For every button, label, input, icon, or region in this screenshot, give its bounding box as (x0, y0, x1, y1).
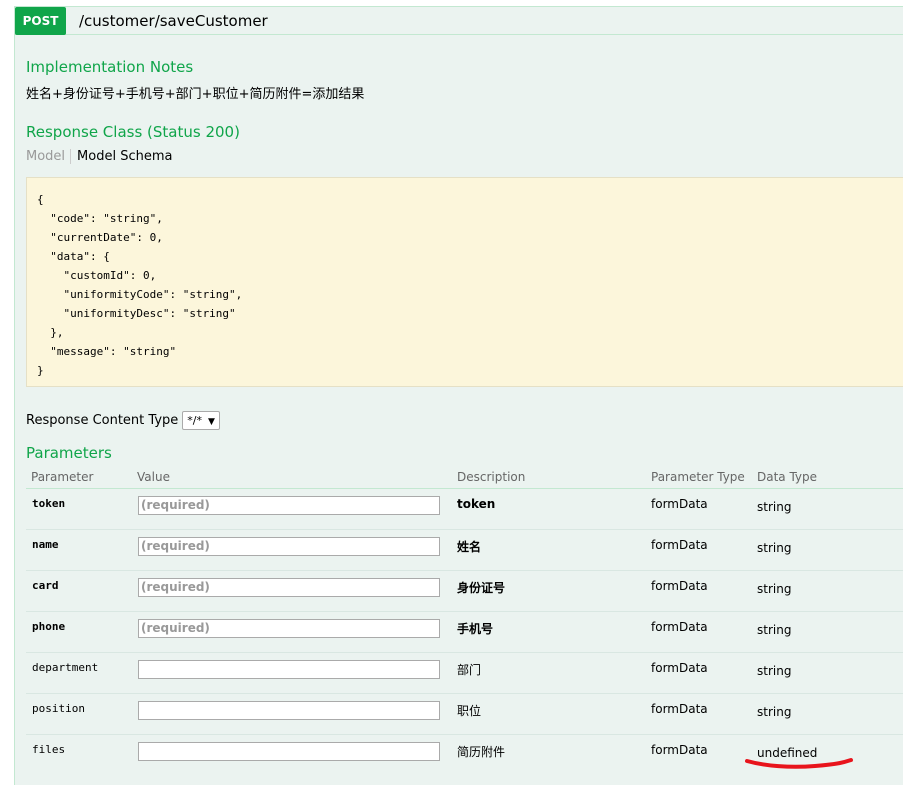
implementation-notes-text: 姓名+身份证号+手机号+部门+职位+简历附件=添加结果 (26, 87, 365, 102)
param-row-card: card (required) 身份证号 formData string (26, 571, 903, 612)
param-description: 手机号 (457, 622, 494, 636)
param-description: 部门 (457, 663, 482, 677)
parameters-title: Parameters (26, 444, 112, 462)
response-class-title: Response Class (Status 200) (26, 123, 240, 141)
param-description: 职位 (457, 704, 482, 718)
header-description: Description (457, 470, 526, 484)
header-parameter: Parameter (31, 470, 94, 484)
param-value-input[interactable] (138, 742, 440, 761)
chevron-down-icon: ▼ (207, 417, 215, 427)
response-content-type-label: Response Content Type (26, 413, 179, 428)
param-name: position (32, 702, 85, 715)
param-type: formData (651, 579, 708, 593)
param-data-type: string (757, 541, 792, 555)
model-schema-box[interactable]: { "code": "string", "currentDate": 0, "d… (26, 177, 903, 387)
parameters-table: Parameter Value Description Parameter Ty… (26, 465, 903, 776)
endpoint-panel: POST /customer/saveCustomer Implementati… (14, 6, 903, 785)
param-value-input[interactable]: (required) (138, 537, 440, 556)
param-value-input[interactable] (138, 701, 440, 720)
tab-model-schema[interactable]: Model Schema (71, 149, 172, 164)
param-row-phone: phone (required) 手机号 formData string (26, 612, 903, 653)
param-name: phone (32, 620, 66, 633)
param-value-input[interactable]: (required) (138, 496, 440, 515)
response-content-type-row: Response Content Type */* ▼ (26, 411, 220, 430)
param-value-input[interactable]: (required) (138, 578, 440, 597)
param-data-type: string (757, 664, 792, 678)
method-badge[interactable]: POST (15, 7, 66, 35)
param-value-input[interactable]: (required) (138, 619, 440, 638)
parameters-body: token (required) token formData string name (r… (26, 489, 903, 776)
param-description: 简历附件 (457, 745, 506, 759)
param-row-token: token (required) token formData string (26, 489, 903, 530)
param-description: 姓名 (457, 540, 482, 554)
param-type: formData (651, 497, 708, 511)
parameters-header-row: Parameter Value Description Parameter Ty… (26, 465, 903, 489)
response-content-type-select[interactable]: */* ▼ (182, 411, 220, 430)
param-type: formData (651, 743, 708, 757)
param-name: card (32, 579, 59, 592)
param-description: 身份证号 (457, 581, 506, 595)
param-name: name (32, 538, 59, 551)
implementation-notes-title: Implementation Notes (26, 58, 194, 76)
header-parameter-type: Parameter Type (651, 470, 745, 484)
param-value-input[interactable] (138, 660, 440, 679)
red-underline-annotation (745, 758, 853, 769)
param-row-position: position 职位 formData string (26, 694, 903, 735)
model-schema-json: { "code": "string", "currentDate": 0, "d… (37, 193, 243, 377)
param-name: department (32, 661, 99, 674)
param-type: formData (651, 702, 708, 716)
param-description: token (457, 497, 496, 511)
param-data-type: string (757, 705, 792, 719)
param-data-type: string (757, 582, 792, 596)
param-data-type: string (757, 500, 792, 514)
param-data-type: string (757, 623, 792, 637)
param-row-department: department 部门 formData string (26, 653, 903, 694)
model-tabs: Model Model Schema (26, 149, 172, 164)
param-name: files (32, 743, 66, 756)
header-data-type: Data Type (757, 470, 818, 484)
param-row-name: name (required) 姓名 formData string (26, 530, 903, 571)
param-type: formData (651, 620, 708, 634)
header-value: Value (137, 470, 170, 484)
param-name: token (32, 497, 66, 510)
content-type-value: */* (187, 414, 202, 427)
tab-model[interactable]: Model (26, 149, 72, 164)
param-type: formData (651, 538, 708, 552)
param-type: formData (651, 661, 708, 675)
endpoint-path[interactable]: /customer/saveCustomer (79, 7, 268, 35)
endpoint-heading[interactable]: POST /customer/saveCustomer (15, 7, 903, 35)
